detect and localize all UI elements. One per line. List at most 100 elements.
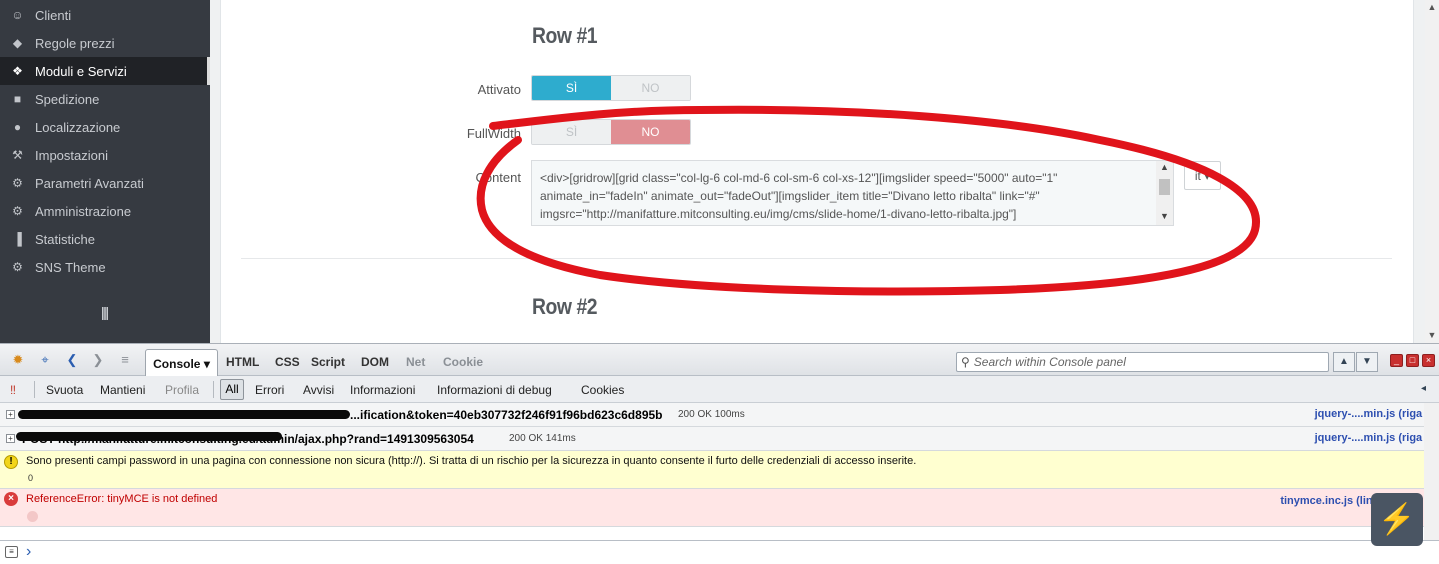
warning-icon: ! <box>4 455 18 469</box>
sidebar-item-label: Parametri Avanzati <box>35 175 144 191</box>
sidebar-item-regole-prezzi[interactable]: ◆ Regole prezzi <box>0 29 210 57</box>
tab-console[interactable]: Console ▾ <box>145 349 218 378</box>
search-prev-button[interactable]: ▲ <box>1333 352 1355 372</box>
command-line[interactable]: ≡ › <box>0 540 1439 564</box>
inspect-icon[interactable]: ⌖ <box>36 352 54 368</box>
sidebar-item-spedizione[interactable]: ■ Spedizione <box>0 85 210 113</box>
wrench-icon: ⚒ <box>12 148 23 162</box>
sidebar-item-label: Moduli e Servizi <box>35 63 127 79</box>
filter-errors-button[interactable]: Errori <box>255 383 284 397</box>
sidebar-toggle-icon[interactable]: |||| <box>96 304 112 320</box>
console-search-placeholder: Search within Console panel <box>973 355 1126 369</box>
sidebar-item-parametri-avanzati[interactable]: ⚙ Parametri Avanzati <box>0 169 210 197</box>
minimize-icon[interactable]: _ <box>1390 354 1403 367</box>
filter-cookies-button[interactable]: Cookies <box>581 383 624 397</box>
content-scroll-thumb[interactable] <box>1159 179 1170 195</box>
console-search-input[interactable]: ⚲ Search within Console panel <box>956 352 1329 372</box>
truck-icon: ■ <box>13 92 22 106</box>
redaction-mark <box>16 432 282 441</box>
row1-title: Row #1 <box>532 23 598 48</box>
puzzle-icon: ❖ <box>12 64 23 78</box>
language-dropdown[interactable]: it ▾ <box>1184 161 1221 190</box>
tab-html[interactable]: HTML <box>226 355 259 369</box>
log-source-link[interactable]: jquery-....min.js (riga 4) <box>1315 408 1435 420</box>
redaction-mark <box>18 410 350 419</box>
attivato-switch[interactable]: SÌ NO <box>531 75 691 101</box>
console-toolbar: ‼ Svuota Mantieni Profila All Errori Avv… <box>0 376 1439 403</box>
sidebar-item-localizzazione[interactable]: ● Localizzazione <box>0 113 210 141</box>
fullwidth-switch[interactable]: SÌ NO <box>531 119 691 145</box>
break-on-error-icon[interactable]: ‼ <box>10 383 16 397</box>
warning-message: Sono presenti campi password in una pagi… <box>26 455 917 467</box>
command-editor-toggle-icon[interactable]: ≡ <box>5 546 18 558</box>
filter-warnings-button[interactable]: Avvisi <box>303 383 334 397</box>
close-icon[interactable]: × <box>1422 354 1435 367</box>
sidebar-item-label: Impostazioni <box>35 147 108 163</box>
content-scroll-up-icon[interactable]: ▲ <box>1156 162 1173 172</box>
tab-script[interactable]: Script <box>311 355 345 369</box>
warning-count: 0 <box>28 473 34 483</box>
back-icon[interactable]: ❮ <box>63 352 81 368</box>
persist-button[interactable]: Mantieni <box>100 383 145 397</box>
error-row[interactable]: × ReferenceError: tinyMCE is not defined… <box>0 489 1439 527</box>
fullwidth-yes-option[interactable]: SÌ <box>532 120 611 144</box>
expand-icon[interactable]: + <box>6 434 15 443</box>
page-scrollbar[interactable]: ▲ ▼ <box>1425 0 1439 343</box>
search-icon: ⚲ <box>961 355 970 369</box>
toolbar-scroll-left-icon[interactable]: ◂ <box>1421 383 1426 394</box>
forward-icon[interactable]: ❯ <box>89 352 107 368</box>
sidebar-item-sns-theme[interactable]: ⚙ SNS Theme <box>0 253 210 281</box>
attivato-yes-option[interactable]: SÌ <box>532 76 611 100</box>
fullwidth-label: FullWidth <box>466 126 521 141</box>
log-status: 200 OK 141ms <box>509 433 576 444</box>
sidebar-item-label: Localizzazione <box>35 119 121 135</box>
sidebar-item-label: Amministrazione <box>35 203 132 219</box>
filter-all-button[interactable]: All <box>220 379 244 400</box>
filter-info-button[interactable]: Informazioni <box>350 383 415 397</box>
tab-net[interactable]: Net <box>406 355 425 369</box>
log-source-link[interactable]: jquery-....min.js (riga 4) <box>1315 432 1435 444</box>
scroll-down-icon[interactable]: ▼ <box>1425 330 1439 340</box>
fullwidth-no-option[interactable]: NO <box>611 120 690 144</box>
sidebar-item-label: SNS Theme <box>35 259 106 275</box>
sidebar-item-impostazioni[interactable]: ⚒ Impostazioni <box>0 141 210 169</box>
lightning-plugin-icon[interactable]: ⚡ <box>1371 493 1423 546</box>
log-row[interactable]: + ...ification&token=40eb307732f246f91f9… <box>0 403 1439 427</box>
sidebar-item-amministrazione[interactable]: ⚙ Amministrazione <box>0 197 210 225</box>
sidebar-item-label: Statistiche <box>35 231 95 247</box>
sidebar-item-label: Clienti <box>35 7 72 23</box>
log-url[interactable]: ...ification&token=40eb307732f246f91f96b… <box>350 408 663 422</box>
command-editor-icon[interactable]: ≡ <box>116 352 134 368</box>
sidebar-item-statistiche[interactable]: ▐ Statistiche <box>0 225 210 253</box>
bar-chart-icon: ▐ <box>13 232 22 246</box>
tab-css[interactable]: CSS <box>275 355 300 369</box>
detach-icon[interactable]: □ <box>1406 354 1419 367</box>
warning-row[interactable]: ! Sono presenti campi password in una pa… <box>0 451 1439 489</box>
toolbar-separator <box>213 381 214 398</box>
content-scrollbar[interactable]: ▲ ▼ <box>1156 161 1173 225</box>
console-scrollbar[interactable] <box>1424 403 1439 540</box>
filter-debug-button[interactable]: Informazioni di debug <box>437 383 552 397</box>
clear-button[interactable]: Svuota <box>46 383 83 397</box>
content-scroll-down-icon[interactable]: ▼ <box>1156 211 1173 221</box>
error-stack-toggle-icon[interactable] <box>27 511 38 522</box>
content-textarea[interactable]: <div>[gridrow][grid class="col-lg-6 col-… <box>531 160 1174 226</box>
content-label: Content <box>475 170 521 185</box>
row-divider <box>241 258 1392 259</box>
tab-cookie[interactable]: Cookie <box>443 355 483 369</box>
expand-icon[interactable]: + <box>6 410 15 419</box>
sidebar-item-clienti[interactable]: ☺ Clienti <box>0 1 210 29</box>
firebug-logo-icon[interactable]: ✹ <box>9 352 27 368</box>
profile-button[interactable]: Profila <box>165 383 199 397</box>
error-icon: × <box>4 492 18 506</box>
globe-icon: ● <box>13 120 22 134</box>
log-status: 200 OK 100ms <box>678 409 745 420</box>
log-row[interactable]: + POST http://manifatture.mitconsulting.… <box>0 427 1439 451</box>
sidebar-item-label: Spedizione <box>35 91 100 107</box>
attivato-no-option[interactable]: NO <box>611 76 690 100</box>
sidebar-item-moduli-e-servizi[interactable]: ❖ Moduli e Servizi <box>0 57 210 85</box>
scroll-up-icon[interactable]: ▲ <box>1425 2 1439 12</box>
search-next-button[interactable]: ▼ <box>1356 352 1378 372</box>
tab-dom[interactable]: DOM <box>361 355 389 369</box>
attivato-label: Attivato <box>477 82 521 97</box>
